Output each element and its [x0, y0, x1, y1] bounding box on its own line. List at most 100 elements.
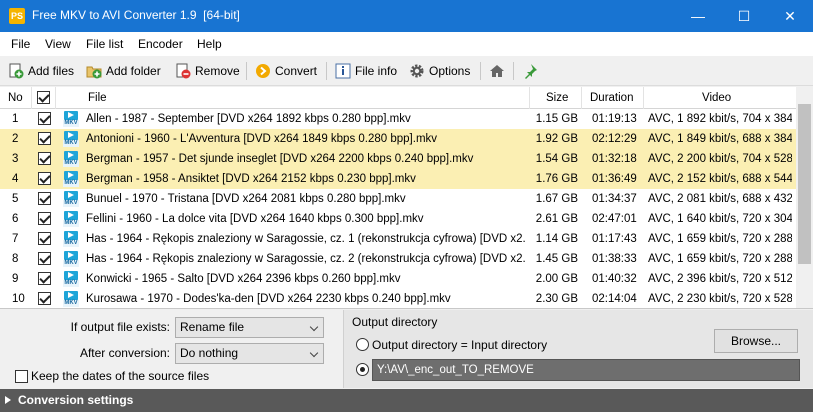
file-list: No File Size Duration Video 1 MKV Allen - …: [0, 87, 813, 309]
table-row[interactable]: 7 MKV Has - 1964 - Rękopis znaleziony w Sa…: [0, 229, 796, 249]
column-video[interactable]: Video: [644, 87, 796, 109]
window-title: Free MKV to AVI Converter 1.9 [64-bit]: [32, 8, 240, 22]
chevron-down-icon: [309, 322, 319, 332]
row-duration: 01:38:33: [592, 253, 637, 265]
toolbar: Add files Add folder Remove Convert File…: [0, 56, 813, 86]
menu-file-list[interactable]: File list: [86, 37, 123, 51]
table-row[interactable]: 2 MKV Antonioni - 1960 - L'Avventura [DVD …: [0, 129, 796, 149]
add-files-button[interactable]: Add files: [8, 60, 74, 82]
close-button[interactable]: ✕: [767, 0, 813, 32]
row-checkbox[interactable]: [38, 132, 51, 145]
column-check[interactable]: [32, 87, 56, 109]
table-row[interactable]: 9 MKV Konwicki - 1965 - Salto [DVD x264 23…: [0, 269, 796, 289]
row-video: AVC, 1 640 kbit/s, 720 x 304: [648, 213, 792, 225]
keep-dates-checkbox[interactable]: [15, 370, 28, 383]
table-row[interactable]: 3 MKV Bergman - 1957 - Det sjunde inseglet…: [0, 149, 796, 169]
row-checkbox[interactable]: [38, 112, 51, 125]
after-conversion-select[interactable]: Do nothing: [175, 343, 324, 364]
scrollbar-thumb[interactable]: [798, 104, 811, 264]
row-file-name: Bergman - 1957 - Det sjunde inseglet [DV…: [86, 153, 474, 165]
home-button[interactable]: [489, 60, 509, 82]
row-size: 1.14 GB: [535, 233, 578, 245]
conversion-settings-bar[interactable]: Conversion settings: [0, 389, 813, 412]
row-file-name: Kurosawa - 1970 - Dodes'ka-den [DVD x264…: [86, 293, 451, 305]
add-folder-label: Add folder: [106, 64, 161, 78]
file-info-button[interactable]: File info: [335, 60, 397, 82]
app-icon: PS: [9, 8, 25, 24]
minimize-button[interactable]: —: [675, 0, 721, 32]
column-duration[interactable]: Duration: [582, 87, 644, 109]
if-exists-value: Rename file: [180, 320, 245, 334]
mkv-file-icon-label: MKV: [63, 180, 79, 187]
row-size: 1.76 GB: [535, 173, 578, 185]
row-file-name: Antonioni - 1960 - L'Avventura [DVD x264…: [86, 133, 438, 145]
table-row[interactable]: 10 MKV Kurosawa - 1970 - Dodes'ka-den [DVD…: [0, 289, 796, 308]
column-file[interactable]: File: [56, 87, 530, 109]
output-same-radio[interactable]: [356, 338, 369, 351]
table-row[interactable]: 5 MKV Bunuel - 1970 - Tristana [DVD x264 2…: [0, 189, 796, 209]
browse-button[interactable]: Browse...: [714, 329, 798, 353]
after-conversion-label: After conversion:: [79, 346, 170, 360]
row-checkbox[interactable]: [38, 272, 51, 285]
row-duration: 01:36:49: [592, 173, 637, 185]
row-checkbox[interactable]: [38, 152, 51, 165]
row-checkbox[interactable]: [38, 212, 51, 225]
column-size[interactable]: Size: [530, 87, 582, 109]
column-no[interactable]: No: [0, 87, 32, 109]
row-checkbox[interactable]: [38, 292, 51, 305]
gear-icon: [409, 63, 425, 79]
row-number: 8: [12, 253, 19, 265]
mkv-file-icon-label: MKV: [63, 280, 79, 287]
table-row[interactable]: 1 MKV Allen - 1987 - September [DVD x264 1…: [0, 109, 796, 129]
table-row[interactable]: 8 MKV Has - 1964 - Rękopis znaleziony w Sa…: [0, 249, 796, 269]
row-video: AVC, 2 230 kbit/s, 720 x 528: [648, 293, 792, 305]
row-file-name: Has - 1964 - Rękopis znaleziony w Sarago…: [86, 253, 526, 265]
row-size: 1.15 GB: [535, 113, 578, 125]
chevron-down-icon: [309, 348, 319, 358]
row-checkbox[interactable]: [38, 252, 51, 265]
mkv-file-icon: MKV: [63, 131, 79, 148]
table-row[interactable]: 4 MKV Bergman - 1958 - Ansiktet [DVD x264 …: [0, 169, 796, 189]
output-custom-radio[interactable]: [356, 363, 369, 376]
row-checkbox[interactable]: [38, 192, 51, 205]
row-video: AVC, 2 081 kbit/s, 688 x 432: [648, 193, 792, 205]
row-video: AVC, 2 396 kbit/s, 720 x 512: [648, 273, 792, 285]
row-file-name: Bergman - 1958 - Ansiktet [DVD x264 2152…: [86, 173, 416, 185]
table-row[interactable]: 6 MKV Fellini - 1960 - La dolce vita [DVD …: [0, 209, 796, 229]
title-bar: PS Free MKV to AVI Converter 1.9 [64-bit…: [0, 0, 813, 32]
row-duration: 01:32:18: [592, 153, 637, 165]
add-files-label: Add files: [28, 64, 75, 78]
row-duration: 01:34:37: [592, 193, 637, 205]
output-same-label: Output directory = Input directory: [372, 338, 548, 352]
remove-button[interactable]: Remove: [175, 60, 240, 82]
menu-file[interactable]: File: [11, 37, 30, 51]
convert-button[interactable]: Convert: [255, 60, 317, 82]
row-size: 1.45 GB: [535, 253, 578, 265]
output-directory-heading: Output directory: [352, 315, 438, 329]
row-size: 2.61 GB: [535, 213, 578, 225]
row-checkbox[interactable]: [38, 232, 51, 245]
pin-button[interactable]: [522, 60, 542, 82]
row-duration: 01:40:32: [592, 273, 637, 285]
settings-panel: If output file exists: Rename file After…: [0, 310, 813, 388]
output-path-field[interactable]: Y:\AV\_enc_out_TO_REMOVE: [372, 359, 800, 381]
menu-view[interactable]: View: [45, 37, 71, 51]
if-exists-select[interactable]: Rename file: [175, 317, 324, 338]
mkv-file-icon: MKV: [63, 271, 79, 288]
add-folder-button[interactable]: Add folder: [86, 60, 161, 82]
row-size: 1.67 GB: [535, 193, 578, 205]
menu-encoder[interactable]: Encoder: [138, 37, 183, 51]
maximize-button[interactable]: ☐: [721, 0, 767, 32]
remove-label: Remove: [195, 64, 240, 78]
row-video: AVC, 2 200 kbit/s, 704 x 528: [648, 153, 792, 165]
options-label: Options: [429, 64, 471, 78]
select-all-checkbox[interactable]: [37, 91, 50, 104]
row-video: AVC, 1 892 kbit/s, 704 x 384: [648, 113, 792, 125]
mkv-file-icon-label: MKV: [63, 300, 79, 307]
menu-help[interactable]: Help: [197, 37, 222, 51]
row-number: 3: [12, 153, 19, 165]
row-checkbox[interactable]: [38, 172, 51, 185]
mkv-file-icon: MKV: [63, 291, 79, 308]
vertical-scrollbar[interactable]: [796, 87, 813, 308]
options-button[interactable]: Options: [409, 60, 470, 82]
